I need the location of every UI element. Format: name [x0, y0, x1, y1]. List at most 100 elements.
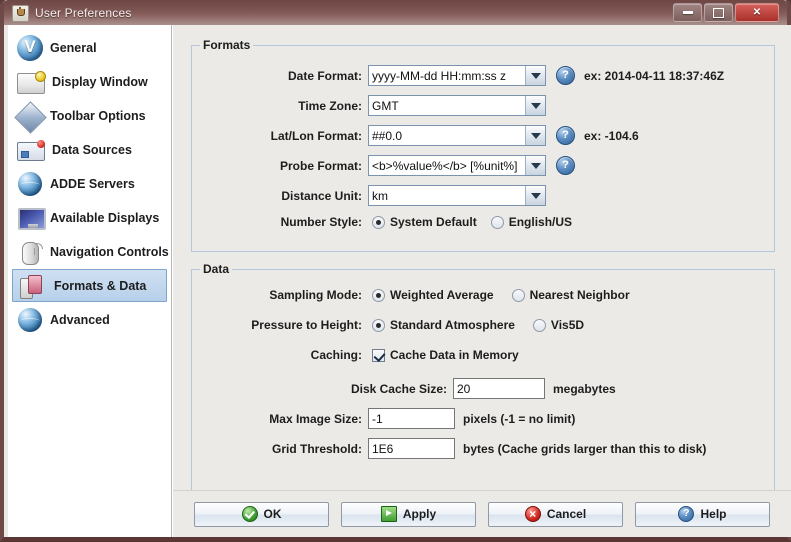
radio-icon	[490, 215, 504, 229]
probe-format-label: Probe Format:	[279, 158, 362, 173]
radio-icon	[372, 215, 385, 229]
radio-label: Vis5D	[550, 318, 585, 332]
monitor-icon	[17, 205, 46, 231]
number-style-label: Number Style:	[280, 215, 362, 229]
sidebar-item-label: Formats & Data	[54, 278, 147, 293]
number-style-radio-system-default[interactable]: System Default	[372, 215, 477, 229]
sampling-mode-radio-weighted-average[interactable]: Weighted Average	[372, 288, 494, 302]
time-zone-label: Time Zone:	[298, 98, 362, 113]
chevron-down-icon[interactable]	[525, 156, 545, 175]
ok-button[interactable]: OK	[194, 501, 329, 527]
pressure-to-height-radio-vis5d[interactable]: Vis5D	[532, 318, 585, 332]
preferences-scroll-pane[interactable]: Formats Date Format: yyyy-MM-dd HH:mm:ss…	[179, 31, 785, 501]
sidebar-item-adde-servers[interactable]: ADDE Servers	[12, 167, 167, 200]
close-icon: ✕	[752, 6, 762, 18]
caching-label: Caching:	[310, 348, 362, 362]
date-format-combobox[interactable]: yyyy-MM-dd HH:mm:ss z	[368, 65, 546, 86]
sidebar-item-advanced[interactable]: Advanced	[12, 303, 167, 336]
formats-group-title: Formats	[200, 38, 254, 52]
globe-icon	[17, 171, 43, 197]
disk-cache-size-value: 20	[457, 381, 471, 396]
chevron-down-icon[interactable]	[525, 96, 545, 115]
sampling-mode-radio-nearest-neighbor[interactable]: Nearest Neighbor	[511, 288, 630, 302]
disk-cache-size-input[interactable]: 20	[453, 378, 545, 399]
date-format-example: ex: 2014-04-11 18:37:46Z	[584, 68, 725, 83]
apply-button-label: Apply	[402, 507, 437, 521]
grid-threshold-input[interactable]: 1E6	[368, 438, 455, 459]
grid-threshold-label: Grid Threshold:	[272, 441, 362, 456]
checkbox-label: Cache Data in Memory	[390, 348, 519, 362]
max-image-size-label: Max Image Size:	[269, 411, 362, 426]
data-group-title: Data	[200, 262, 233, 276]
title-bar-content: User Preferences	[12, 3, 132, 23]
time-zone-combobox[interactable]: GMT	[368, 95, 546, 116]
user-preferences-window: User Preferences ✕ General Display Windo…	[0, 0, 791, 542]
sidebar-item-available-displays[interactable]: Available Displays	[12, 201, 167, 234]
latlon-format-combobox[interactable]: ##0.0	[368, 125, 546, 146]
sidebar-item-data-sources[interactable]: Data Sources	[12, 133, 167, 166]
formats-group: Formats Date Format: yyyy-MM-dd HH:mm:ss…	[191, 38, 775, 252]
latlon-format-help-icon[interactable]: ?	[556, 126, 575, 145]
title-bar[interactable]: User Preferences ✕	[4, 0, 787, 25]
data-source-icon	[17, 140, 45, 161]
distance-unit-label: Distance Unit:	[281, 188, 362, 203]
window-title: User Preferences	[35, 6, 132, 20]
sidebar-item-label: Data Sources	[52, 142, 132, 157]
radio-label: Nearest Neighbor	[529, 288, 630, 302]
latlon-format-value: ##0.0	[369, 126, 525, 145]
chevron-down-icon[interactable]	[525, 186, 545, 205]
cache-data-in-memory-checkbox[interactable]: Cache Data in Memory	[372, 348, 519, 362]
checkbox-icon	[372, 348, 385, 362]
help-button[interactable]: Help	[635, 501, 770, 527]
latlon-format-example: ex: -104.6	[584, 128, 639, 143]
sidebar-item-general[interactable]: General	[12, 31, 167, 64]
probe-format-combobox[interactable]: <b>%value%</b> [%unit%]	[368, 155, 546, 176]
disk-cache-size-unit: megabytes	[553, 381, 616, 396]
sidebar-item-toolbar-options[interactable]: Toolbar Options	[12, 99, 167, 134]
help-button-label: Help	[700, 507, 727, 521]
radio-label: Standard Atmosphere	[390, 318, 515, 332]
number-style-radio-english-us[interactable]: English/US	[490, 215, 573, 229]
probe-format-value: <b>%value%</b> [%unit%]	[369, 156, 525, 175]
preferences-panel: Formats Date Format: yyyy-MM-dd HH:mm:ss…	[173, 25, 791, 537]
diamond-icon	[14, 100, 47, 134]
sidebar-item-label: General	[50, 40, 97, 55]
chevron-down-icon[interactable]	[525, 126, 545, 145]
sidebar-item-label: Advanced	[50, 312, 110, 327]
pressure-to-height-radio-standard-atmosphere[interactable]: Standard Atmosphere	[372, 318, 515, 332]
mouse-icon	[17, 239, 43, 265]
time-zone-value: GMT	[369, 96, 525, 115]
sidebar-item-label: Navigation Controls	[50, 244, 169, 259]
radio-label: Weighted Average	[390, 288, 494, 302]
maximize-icon	[713, 7, 724, 18]
java-icon	[12, 4, 29, 22]
close-button[interactable]: ✕	[735, 3, 779, 22]
radio-icon	[372, 318, 385, 332]
date-format-help-icon[interactable]: ?	[556, 66, 575, 85]
window-controls: ✕	[673, 3, 779, 22]
distance-unit-combobox[interactable]: km	[368, 185, 546, 206]
disk-cache-size-label: Disk Cache Size:	[350, 381, 447, 396]
preferences-sidebar: General Display Window Toolbar Options D…	[8, 25, 172, 537]
radio-label: System Default	[390, 215, 477, 229]
radio-label: English/US	[508, 215, 573, 229]
sidebar-item-display-window[interactable]: Display Window	[12, 65, 167, 98]
minimize-button[interactable]	[673, 3, 702, 22]
ok-button-label: OK	[263, 507, 282, 521]
max-image-size-unit: pixels (-1 = no limit)	[463, 411, 576, 426]
maximize-button[interactable]	[704, 3, 733, 22]
radio-icon	[532, 318, 546, 332]
apply-button[interactable]: Apply	[341, 501, 476, 527]
sidebar-item-label: Toolbar Options	[50, 108, 146, 123]
window-icon	[17, 70, 46, 94]
cancel-button[interactable]: Cancel	[488, 501, 623, 527]
max-image-size-input[interactable]: -1	[368, 408, 455, 429]
sidebar-item-navigation-controls[interactable]: Navigation Controls	[12, 235, 169, 268]
probe-format-help-icon[interactable]: ?	[556, 156, 575, 175]
latlon-format-label: Lat/Lon Format:	[270, 128, 362, 143]
chevron-down-icon[interactable]	[525, 66, 545, 85]
sidebar-item-label: Display Window	[52, 74, 148, 89]
apply-icon	[380, 506, 397, 522]
globe-icon	[17, 307, 43, 333]
sidebar-item-formats-and-data[interactable]: Formats & Data	[12, 269, 167, 302]
